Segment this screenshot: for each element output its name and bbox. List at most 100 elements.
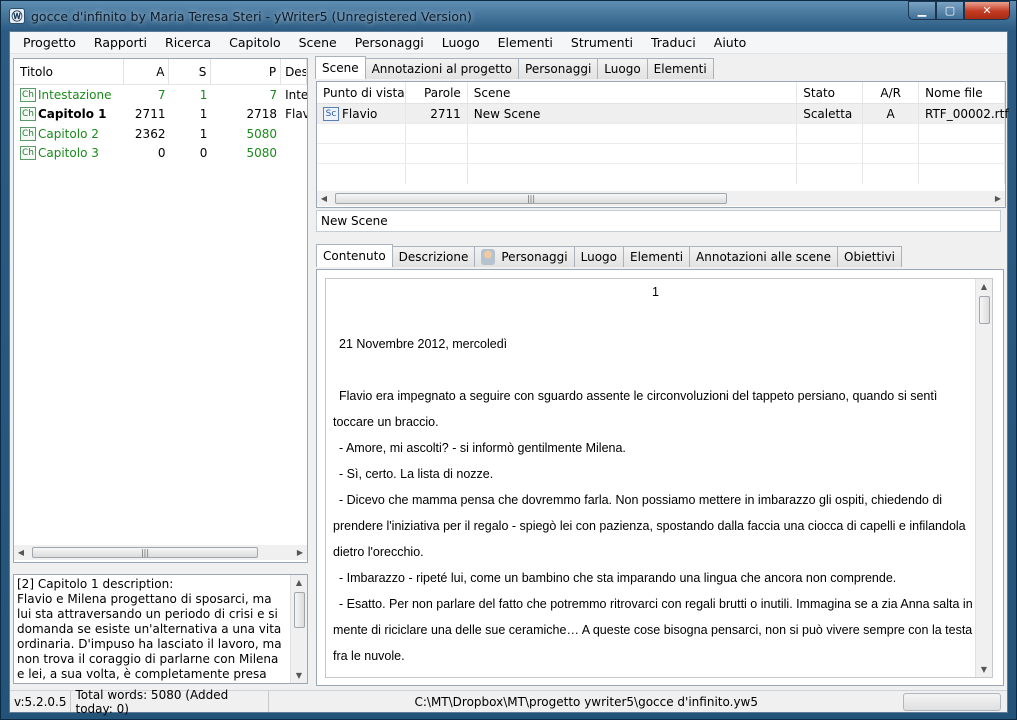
menu-bar: Progetto Rapporti Ricerca Capitolo Scene… — [10, 32, 1007, 54]
empty-row — [317, 164, 1005, 184]
tab-scene-personaggi[interactable]: Personaggi — [474, 246, 575, 267]
paragraph: - Esatto. Per non parlare del fatto che … — [333, 597, 973, 663]
tab-contenuto[interactable]: Contenuto — [316, 244, 393, 267]
maximize-button[interactable]: ▢ — [936, 1, 964, 20]
menu-ricerca[interactable]: Ricerca — [156, 35, 220, 50]
column-header-s[interactable]: S — [169, 59, 212, 84]
chapter-desc — [281, 124, 307, 144]
chapter-row[interactable]: Ch Intestazione 7 1 7 Inte — [14, 85, 307, 105]
chapter-icon: Ch — [20, 87, 36, 102]
scene-list-hscrollbar[interactable]: ◀ ||| ▶ — [317, 191, 1005, 206]
top-tabs: Scene Annotazioni al progetto Personaggi… — [315, 56, 714, 79]
scene-state: Scaletta — [797, 104, 864, 123]
scene-list[interactable]: Punto di vista Parole Scene Stato A/R No… — [316, 81, 1009, 208]
version-label: v:5.2.0.5 — [10, 691, 72, 712]
scene-tabs: Contenuto Descrizione Personaggi Luogo E… — [316, 244, 902, 267]
scroll-down-icon[interactable]: ▼ — [291, 668, 307, 683]
chapter-a: 7 — [157, 87, 166, 102]
chapter-row[interactable]: Ch Capitolo 1 2711 1 2718 Flav — [14, 105, 307, 125]
tab-personaggi[interactable]: Personaggi — [518, 58, 599, 79]
paragraph: - Sì, certo. La lista di nozze. — [339, 467, 494, 481]
title-bar[interactable]: Ⓦ gocce d'infinito by Maria Teresa Steri… — [1, 1, 1016, 31]
scene-editor[interactable]: 1 21 Novembre 2012, mercoledì Flavio era… — [325, 278, 993, 678]
scroll-thumb[interactable] — [979, 296, 990, 324]
chapter-row[interactable]: Ch Capitolo 3 0 0 5080 — [14, 144, 307, 164]
menu-personaggi[interactable]: Personaggi — [346, 35, 433, 50]
app-icon[interactable]: Ⓦ — [9, 8, 25, 24]
column-header-title[interactable]: Titolo — [14, 59, 124, 84]
tab-elementi[interactable]: Elementi — [646, 58, 714, 79]
description-vscrollbar[interactable]: ▲ ▼ — [290, 575, 307, 683]
chapter-p: 2718 — [246, 107, 278, 122]
paragraph: Flavio era impegnato a seguire con sguar… — [333, 389, 938, 429]
scroll-thumb[interactable] — [294, 592, 305, 628]
scene-name-field[interactable]: New Scene — [316, 210, 1001, 232]
tab-annotazioni-progetto[interactable]: Annotazioni al progetto — [364, 58, 520, 79]
column-header-p[interactable]: P — [211, 59, 282, 84]
chapter-description[interactable]: [2] Capitolo 1 description: Flavio e Mil… — [13, 574, 308, 684]
close-button[interactable]: ✕ — [964, 1, 1010, 20]
scroll-right-icon[interactable]: ▶ — [293, 548, 307, 557]
editor-vscrollbar[interactable]: ▲ ▼ — [975, 279, 992, 677]
scroll-thumb[interactable]: ||| — [335, 193, 727, 204]
menu-strumenti[interactable]: Strumenti — [562, 35, 642, 50]
chapter-s: 1 — [199, 87, 208, 102]
chapter-list[interactable]: Titolo A S P Des Ch Intestazione 7 1 7 In… — [13, 58, 308, 563]
scene-file: RTF_00002.rtf — [919, 104, 1009, 123]
column-header-desc[interactable]: Des — [281, 59, 307, 84]
chapter-desc — [281, 144, 307, 164]
column-header-words[interactable]: Parole — [406, 82, 468, 103]
description-text: Flavio e Milena progettano di sposarci, … — [17, 592, 282, 683]
menu-capitolo[interactable]: Capitolo — [220, 35, 289, 50]
column-header-file[interactable]: Nome file — [919, 82, 1005, 103]
scene-row[interactable]: Sc Flavio 2711 New Scene Scaletta A RTF_0… — [317, 104, 1009, 124]
chapter-icon: Ch — [20, 107, 36, 122]
chapter-icon: Ch — [20, 126, 36, 141]
scroll-thumb[interactable]: ||| — [32, 547, 258, 558]
chapter-p: 7 — [269, 87, 278, 102]
file-path: C:\MT\Dropbox\MT\progetto ywriter5\gocce… — [414, 694, 758, 709]
tab-obiettivi[interactable]: Obiettivi — [837, 246, 902, 267]
menu-aiuto[interactable]: Aiuto — [705, 35, 756, 50]
scroll-up-icon[interactable]: ▲ — [976, 279, 992, 294]
menu-traduci[interactable]: Traduci — [642, 35, 705, 50]
chapter-title: Capitolo 1 — [38, 107, 107, 122]
chapter-list-hscrollbar[interactable]: ◀ ||| ▶ — [14, 545, 307, 560]
menu-rapporti[interactable]: Rapporti — [85, 35, 156, 50]
chapter-s: 0 — [199, 146, 208, 161]
chapter-row[interactable]: Ch Capitolo 2 2362 1 5080 — [14, 124, 307, 144]
minimize-button[interactable]: ▁ — [908, 1, 936, 20]
client-area: Progetto Rapporti Ricerca Capitolo Scene… — [9, 31, 1009, 716]
column-header-ar[interactable]: A/R — [863, 82, 920, 103]
chapter-title: Capitolo 2 — [38, 126, 99, 141]
chapter-p: 5080 — [246, 126, 278, 141]
paragraph: - Amore, mi ascolti? - si informò gentil… — [339, 441, 626, 455]
tab-scene[interactable]: Scene — [315, 56, 366, 79]
scroll-left-icon[interactable]: ◀ — [14, 548, 28, 557]
scene-pov: Flavio — [342, 106, 378, 121]
column-header-pov[interactable]: Punto di vista — [317, 82, 406, 103]
chapter-title: Capitolo 3 — [38, 146, 99, 161]
tab-annotazioni-scene[interactable]: Annotazioni alle scene — [689, 246, 839, 267]
tab-scene-luogo[interactable]: Luogo — [573, 246, 625, 267]
scroll-up-icon[interactable]: ▲ — [291, 575, 307, 590]
progress-bar — [903, 692, 1001, 711]
column-header-state[interactable]: Stato — [797, 82, 864, 103]
menu-elementi[interactable]: Elementi — [489, 35, 562, 50]
tab-luogo[interactable]: Luogo — [597, 58, 648, 79]
chapter-s: 1 — [199, 107, 208, 122]
scroll-left-icon[interactable]: ◀ — [317, 194, 331, 203]
menu-progetto[interactable]: Progetto — [14, 35, 85, 50]
scroll-right-icon[interactable]: ▶ — [991, 194, 1005, 203]
window-title: gocce d'infinito by Maria Teresa Steri -… — [31, 8, 472, 24]
column-header-scene[interactable]: Scene — [468, 82, 798, 103]
menu-luogo[interactable]: Luogo — [433, 35, 489, 50]
column-header-a[interactable]: A — [124, 59, 170, 84]
menu-scene[interactable]: Scene — [290, 35, 346, 50]
chapter-p: 5080 — [246, 146, 278, 161]
chapter-a: 0 — [157, 146, 166, 161]
tab-label: Personaggi — [501, 250, 568, 264]
tab-scene-elementi[interactable]: Elementi — [623, 246, 691, 267]
tab-descrizione[interactable]: Descrizione — [391, 246, 476, 267]
scroll-down-icon[interactable]: ▼ — [976, 662, 992, 677]
